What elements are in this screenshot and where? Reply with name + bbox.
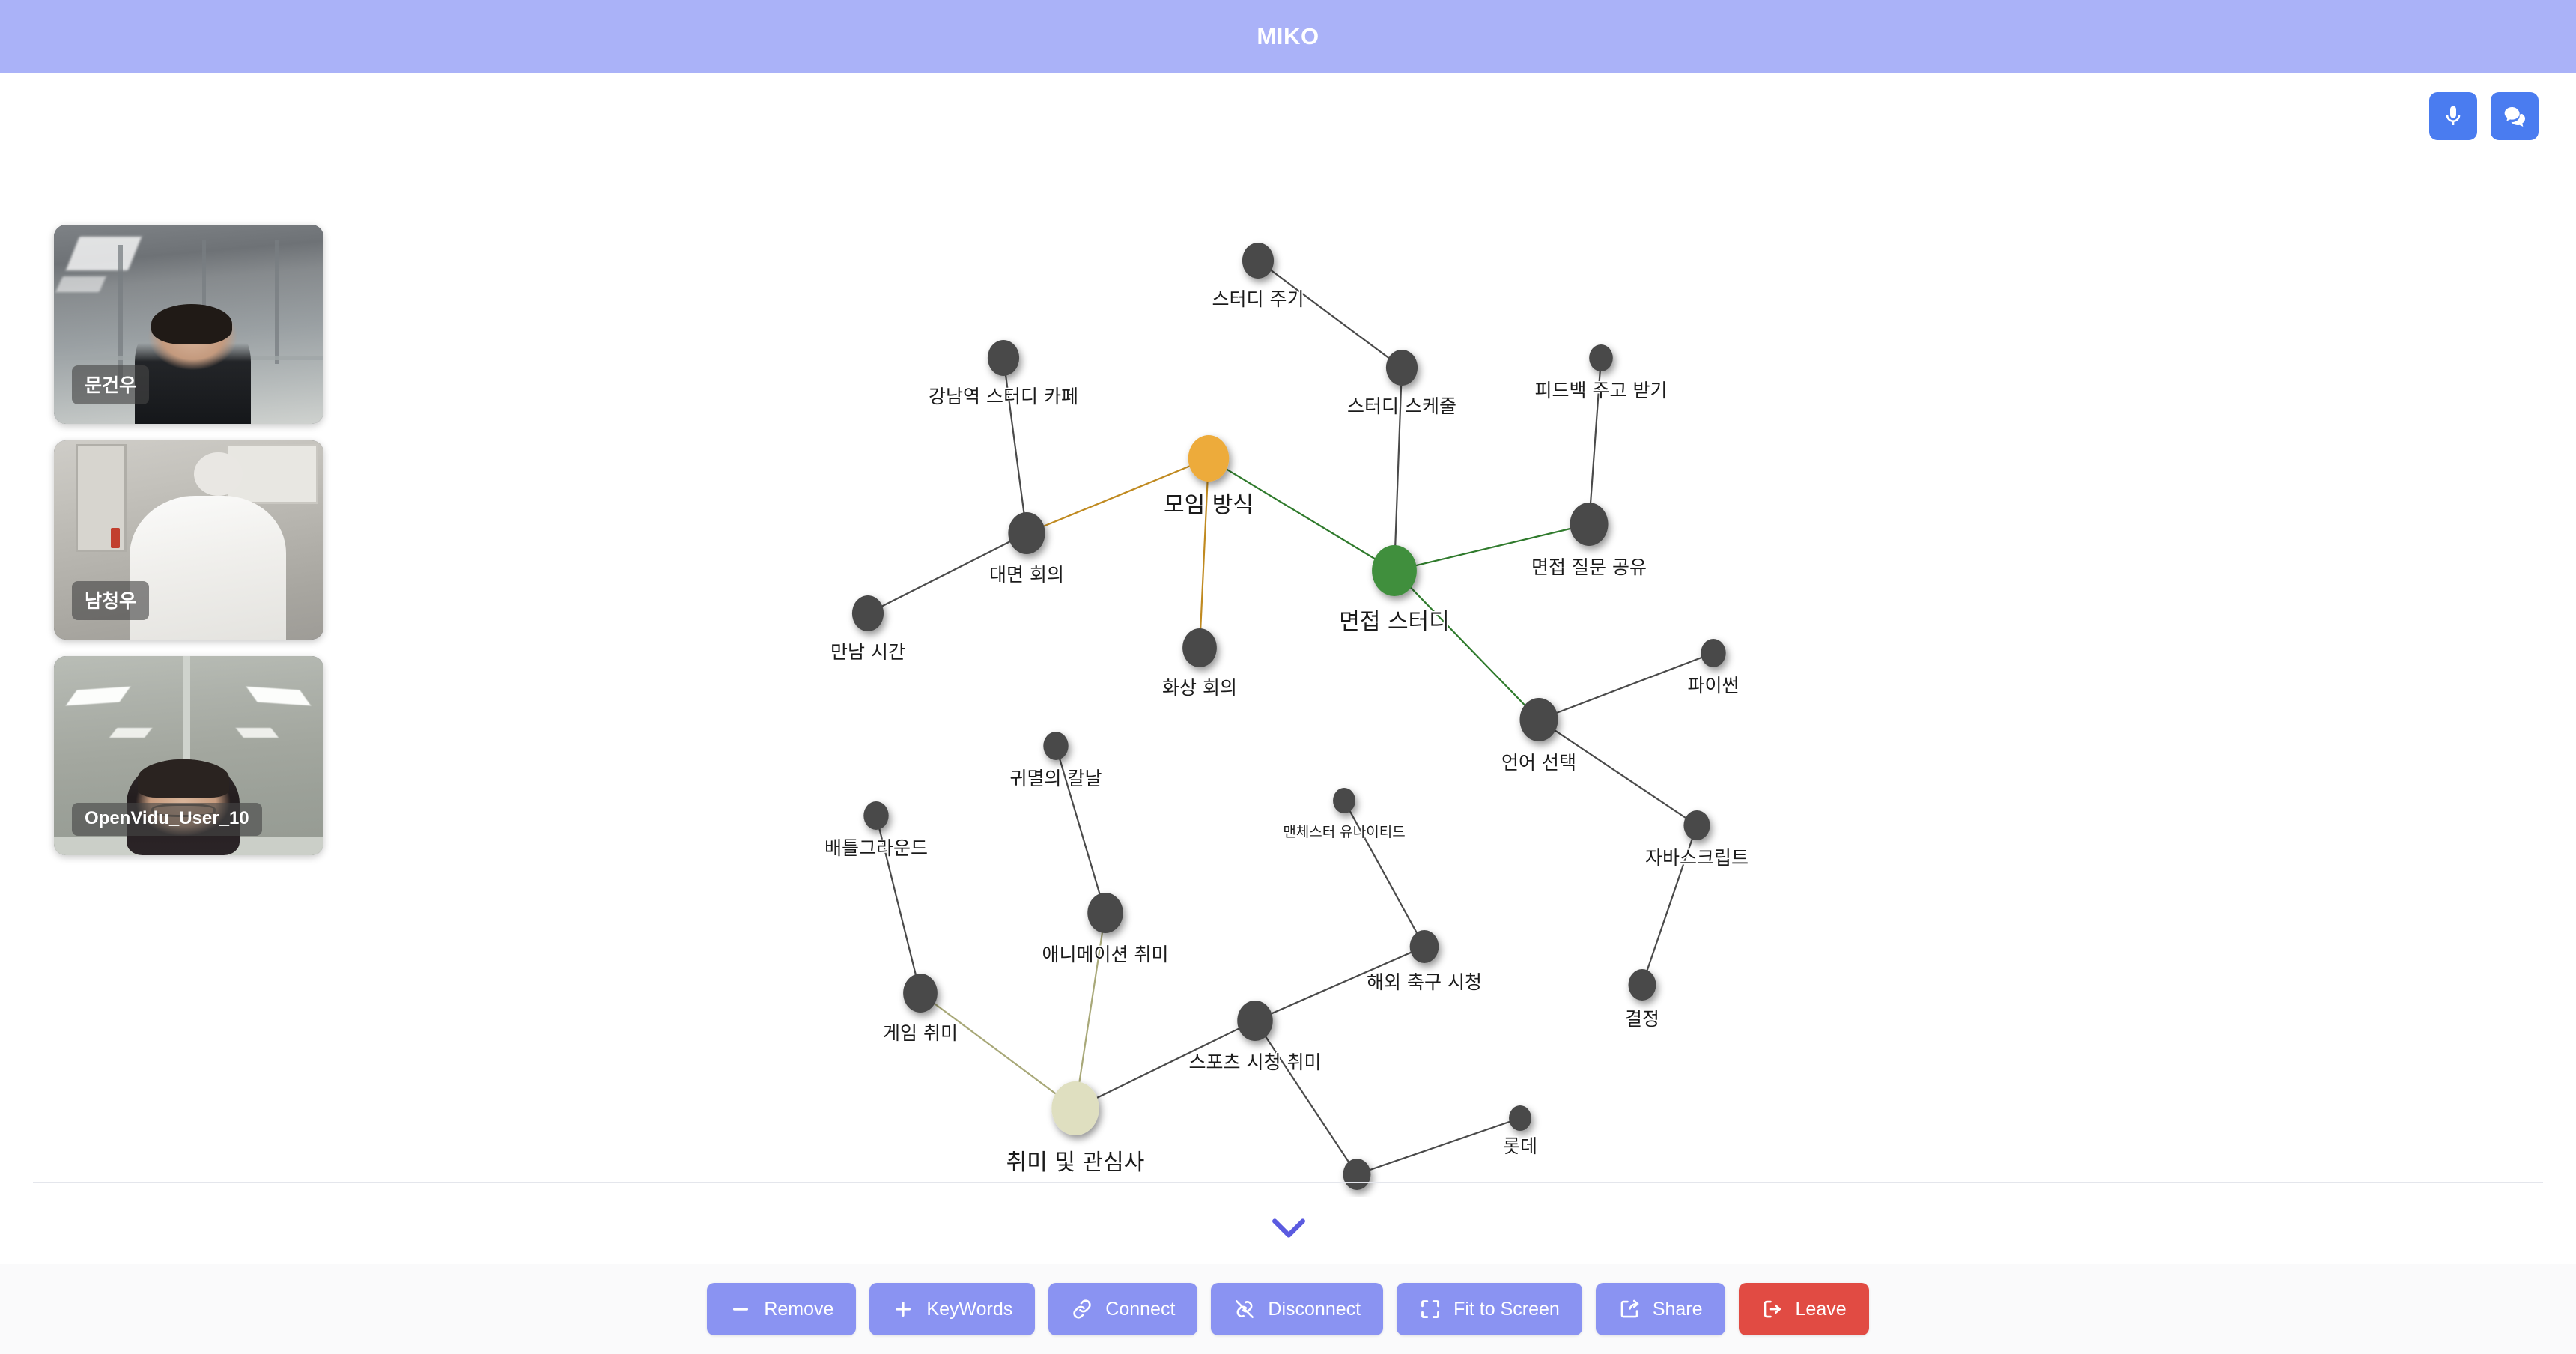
graph-node[interactable] <box>851 595 884 631</box>
bottom-toolbar: Remove KeyWords Connect Disconnect Fit to Sc… <box>0 1264 2576 1354</box>
graph-node[interactable] <box>1570 503 1609 546</box>
graph-edge <box>1254 1020 1358 1175</box>
graph-node[interactable] <box>1333 788 1355 813</box>
graph-node-label: 맨체스터 유나이티드 <box>1283 824 1405 840</box>
graph-node[interactable] <box>1237 1001 1273 1041</box>
microphone-icon <box>2441 104 2465 128</box>
graph-node-label: 스포츠 시청 취미 <box>1189 1051 1322 1073</box>
participant-video-list: 문건우 남청우 OpenVidu_User_10 <box>54 225 323 855</box>
page-title: MIKO <box>1257 23 1319 49</box>
graph-node-label: 애니메이션 취미 <box>1042 944 1169 965</box>
share-button[interactable]: Share <box>1595 1283 1725 1335</box>
graph-node[interactable] <box>1701 639 1726 667</box>
chat-bubbles-icon <box>2503 104 2527 128</box>
graph-node[interactable] <box>1409 930 1439 963</box>
expand-icon <box>1419 1298 1442 1320</box>
toolbar-button-label: Share <box>1652 1298 1703 1320</box>
graph-edge <box>1002 357 1028 534</box>
graph-node-label: 게임 취미 <box>883 1022 958 1044</box>
graph-node-label: 롯데 <box>1503 1135 1537 1157</box>
graph-node-label: 피드백 주고 받기 <box>1535 380 1668 401</box>
graph-node-label: 언어 선택 <box>1501 752 1576 774</box>
graph-node[interactable] <box>1087 893 1123 933</box>
graph-node[interactable] <box>1188 435 1230 482</box>
graph-node-label: 파이썬 <box>1687 675 1739 696</box>
graph-svg[interactable]: 스터디 주기강남역 스터디 카페 스터디 스케줄 피드백 주고 받기모임 방식면접 … <box>0 73 2576 1197</box>
logout-icon <box>1761 1298 1784 1320</box>
video-tile[interactable]: 문건우 <box>54 225 323 424</box>
graph-node[interactable] <box>1043 732 1069 760</box>
chevron-down-icon <box>1272 1218 1305 1238</box>
link-icon <box>1071 1298 1093 1320</box>
remove-button[interactable]: Remove <box>707 1283 857 1335</box>
graph-node[interactable] <box>987 340 1020 376</box>
graph-node-label: 만남 시간 <box>830 641 905 663</box>
graph-node[interactable] <box>1372 545 1417 596</box>
graph-node-label: 강남역 스터디 카페 <box>929 386 1078 407</box>
leave-button[interactable]: Leave <box>1738 1283 1869 1335</box>
link-off-icon <box>1233 1298 1256 1320</box>
microphone-button[interactable] <box>2429 92 2477 140</box>
video-tile[interactable]: OpenVidu_User_10 <box>54 656 323 855</box>
keywords-button[interactable]: KeyWords <box>869 1283 1036 1335</box>
graph-node-label: 배틀그라운드 <box>824 837 928 859</box>
graph-node[interactable] <box>1385 350 1418 386</box>
graph-node-label: 화상 회의 <box>1162 677 1237 699</box>
graph-node-label: 면접 스터디 <box>1339 609 1450 635</box>
app-header: MIKO <box>0 0 2576 73</box>
disconnect-button[interactable]: Disconnect <box>1211 1283 1384 1335</box>
graph-node[interactable] <box>1509 1105 1531 1131</box>
knowledge-graph-canvas[interactable]: 스터디 주기강남역 스터디 카페 스터디 스케줄 피드백 주고 받기모임 방식면접 … <box>0 73 2576 1197</box>
graph-node-label: 면접 질문 공유 <box>1531 556 1647 578</box>
toolbar-button-label: Remove <box>764 1298 834 1320</box>
graph-edge <box>1198 458 1210 649</box>
graph-node-label: 모임 방식 <box>1164 492 1254 518</box>
connect-button[interactable]: Connect <box>1048 1283 1198 1335</box>
graph-node-label: 스터디 스케줄 <box>1347 395 1456 417</box>
panel-divider <box>33 1182 2543 1183</box>
graph-node-label: 자바스크립트 <box>1645 847 1749 869</box>
graph-node[interactable] <box>1051 1081 1099 1135</box>
graph-edge <box>1356 1117 1521 1176</box>
graph-node[interactable] <box>1628 969 1656 1001</box>
share-icon <box>1618 1298 1641 1320</box>
chat-button[interactable] <box>2491 92 2539 140</box>
toolbar-button-label: KeyWords <box>926 1298 1013 1320</box>
graph-node[interactable] <box>1343 1159 1371 1190</box>
video-tile[interactable]: 남청우 <box>54 440 323 640</box>
top-control-group <box>2429 92 2539 140</box>
graph-node[interactable] <box>1683 810 1710 840</box>
graph-labels-layer: 스터디 주기강남역 스터디 카페 스터디 스케줄 피드백 주고 받기모임 방식면접 … <box>823 288 1749 1197</box>
fit-to-screen-button[interactable]: Fit to Screen <box>1397 1283 1582 1335</box>
graph-node[interactable] <box>1519 698 1558 741</box>
graph-node-label: 스터디 주기 <box>1212 288 1304 310</box>
graph-edge <box>1394 570 1540 720</box>
graph-edge <box>1257 260 1403 368</box>
meeting-app-window: MIKO 문건우 남청우 OpenVidu_User_10 스터디 주기 강남역… <box>0 0 2576 1354</box>
graph-node[interactable] <box>863 801 889 830</box>
chevron-down-toggle[interactable] <box>1263 1212 1315 1245</box>
graph-node-label: 해외 축구 시청 <box>1367 971 1482 993</box>
graph-node-label: 취미 및 관심사 <box>1006 1150 1145 1176</box>
minus-icon <box>729 1298 752 1320</box>
graph-node[interactable] <box>1242 243 1275 279</box>
toolbar-button-label: Leave <box>1795 1298 1847 1320</box>
graph-edge <box>1074 912 1107 1109</box>
graph-node[interactable] <box>1008 512 1045 554</box>
graph-node-label: 결정 <box>1625 1008 1659 1030</box>
participant-name-badge: OpenVidu_User_10 <box>72 803 262 836</box>
graph-edge <box>920 992 1076 1109</box>
participant-name-badge: 남청우 <box>72 581 150 620</box>
plus-icon <box>892 1298 914 1320</box>
toolbar-button-label: Connect <box>1105 1298 1176 1320</box>
graph-node[interactable] <box>903 974 938 1013</box>
graph-node[interactable] <box>1182 628 1217 667</box>
graph-node[interactable] <box>1589 344 1613 371</box>
graph-node-label: 귀멸의 칼날 <box>1010 768 1102 789</box>
graph-edge <box>1343 800 1425 947</box>
toolbar-button-label: Disconnect <box>1268 1298 1361 1320</box>
graph-node-label: 대면 회의 <box>989 564 1064 586</box>
participant-name-badge: 문건우 <box>72 365 150 404</box>
toolbar-button-label: Fit to Screen <box>1453 1298 1560 1320</box>
